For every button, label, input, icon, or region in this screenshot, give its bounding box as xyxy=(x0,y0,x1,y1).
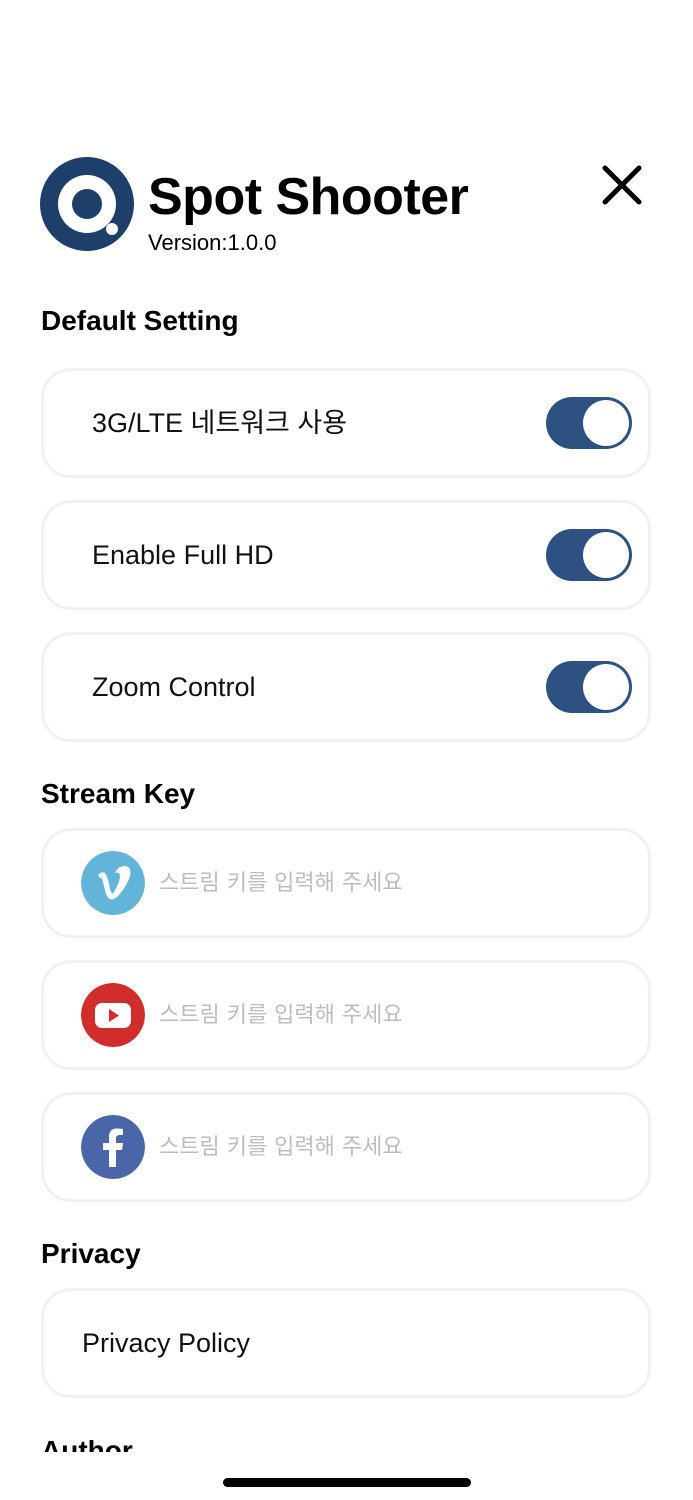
spot-shooter-logo-icon xyxy=(40,157,134,251)
stream-key-row-vimeo xyxy=(41,828,651,938)
stream-key-row-youtube xyxy=(41,960,651,1070)
facebook-icon xyxy=(81,1115,145,1179)
section-title-stream-key: Stream Key xyxy=(41,778,196,809)
setting-label-network: 3G/LTE 네트워크 사용 xyxy=(92,408,348,438)
setting-label-full-hd: Enable Full HD xyxy=(92,540,274,570)
setting-row-network: 3G/LTE 네트워크 사용 xyxy=(41,368,651,478)
app-title: Spot Shooter xyxy=(148,168,469,226)
toggle-knob xyxy=(583,664,629,710)
stream-key-row-facebook xyxy=(41,1092,651,1202)
section-title-privacy: Privacy xyxy=(41,1238,141,1269)
section-title-default-setting: Default Setting xyxy=(41,305,239,336)
close-icon[interactable] xyxy=(600,163,644,207)
privacy-policy-row[interactable]: Privacy Policy xyxy=(41,1288,651,1398)
setting-row-full-hd: Enable Full HD xyxy=(41,500,651,610)
section-title-partial-wrapper: Author xyxy=(41,1428,241,1452)
vimeo-stream-key-input[interactable] xyxy=(159,861,629,905)
full-hd-toggle[interactable] xyxy=(546,529,632,581)
privacy-policy-label: Privacy Policy xyxy=(82,1328,251,1358)
version-label: Version:1.0.0 xyxy=(148,230,277,255)
setting-row-zoom-control: Zoom Control xyxy=(41,632,651,742)
youtube-icon xyxy=(81,983,145,1047)
facebook-stream-key-input[interactable] xyxy=(159,1125,629,1169)
youtube-stream-key-input[interactable] xyxy=(159,993,629,1037)
toggle-knob xyxy=(583,532,629,578)
network-toggle[interactable] xyxy=(546,397,632,449)
zoom-control-toggle[interactable] xyxy=(546,661,632,713)
home-indicator xyxy=(223,1478,471,1487)
section-title-author: Author xyxy=(41,1435,133,1452)
vimeo-icon xyxy=(81,851,145,915)
setting-label-zoom-control: Zoom Control xyxy=(92,672,256,702)
app-header: Spot Shooter Version:1.0.0 xyxy=(40,157,653,257)
toggle-knob xyxy=(583,400,629,446)
